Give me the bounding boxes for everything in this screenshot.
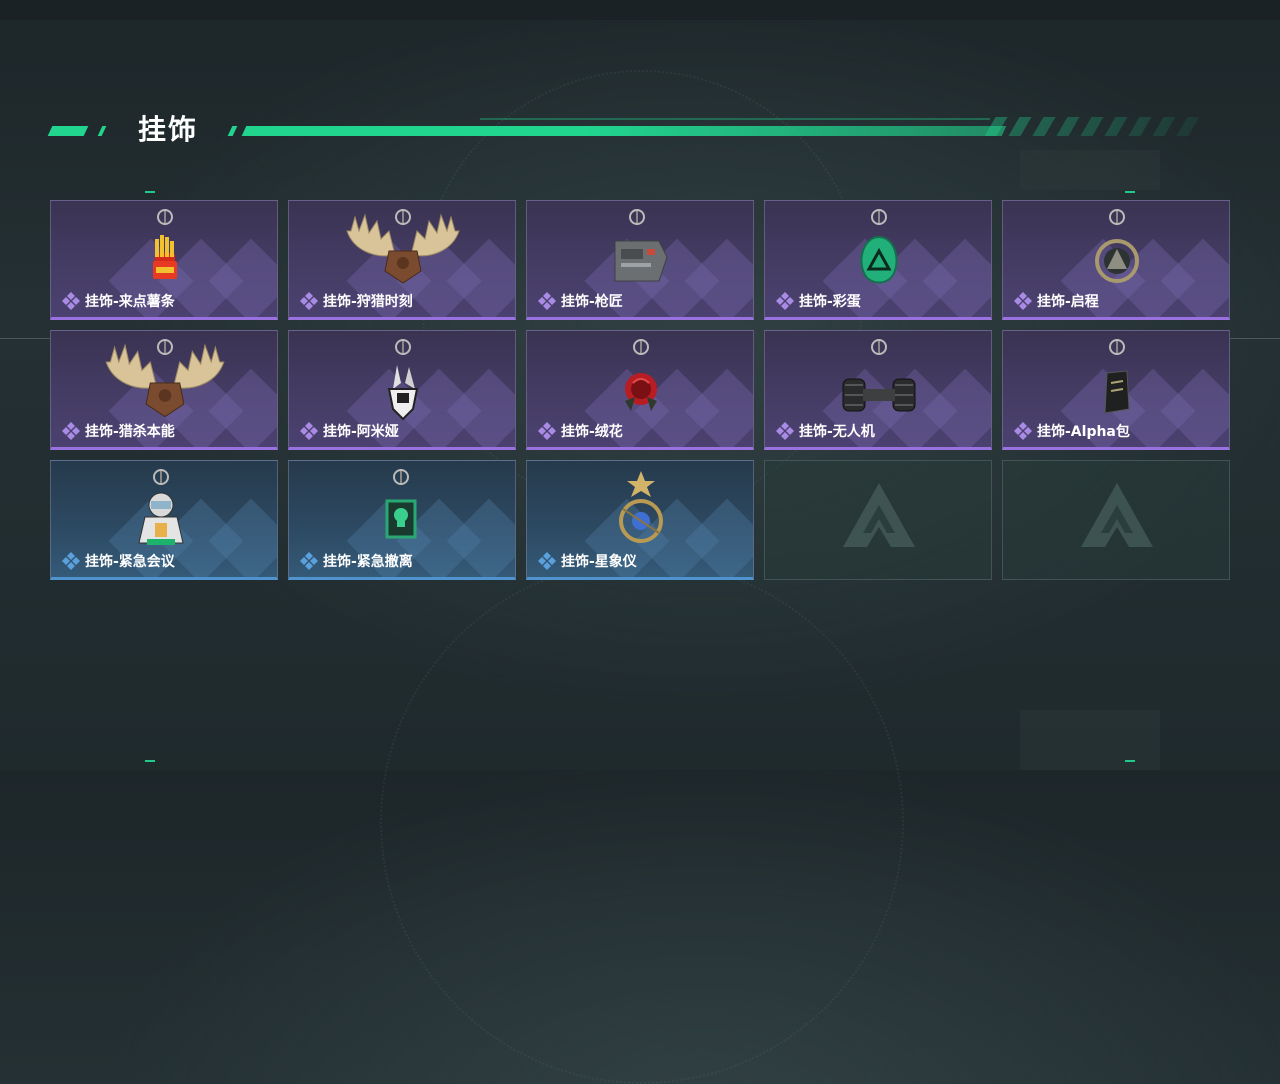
charm-name: 挂饰-绒花 <box>561 424 623 440</box>
compass-charm-icon <box>1095 209 1139 283</box>
empty-slot-logo-icon <box>843 483 915 547</box>
background-ring <box>380 560 904 1084</box>
charm-name: 挂饰-枪匠 <box>561 294 623 310</box>
rarity-diamond-icon <box>775 421 795 441</box>
charm-label-row: 挂饰-Alpha包 <box>1013 421 1130 441</box>
rarity-diamond-icon <box>537 291 557 311</box>
charm-name: 挂饰-星象仪 <box>561 554 637 570</box>
section-title: 挂饰 <box>138 113 199 146</box>
charm-label-row: 挂饰-紧急会议 <box>61 551 175 571</box>
charm-label-row: 挂饰-星象仪 <box>537 551 637 571</box>
charm-label-row: 挂饰-猎杀本能 <box>61 421 175 441</box>
rarity-diamond-icon <box>537 421 557 441</box>
empty-charm-slot[interactable] <box>764 460 992 580</box>
header-accent-bar <box>97 126 107 136</box>
corner-tick <box>1125 760 1135 762</box>
charm-name: 挂饰-启程 <box>1037 294 1099 310</box>
charm-card[interactable]: 挂饰-狩猎时刻 <box>288 200 516 320</box>
charm-label-row: 挂饰-来点薯条 <box>61 291 175 311</box>
background-shape <box>1020 150 1160 190</box>
side-divider-right <box>1230 338 1280 339</box>
charm-card[interactable]: 挂饰-绒花 <box>526 330 754 450</box>
charm-name: 挂饰-狩猎时刻 <box>323 294 413 310</box>
charm-label-row: 挂饰-狩猎时刻 <box>299 291 413 311</box>
rose-charm-icon <box>625 339 657 411</box>
charm-label-row: 挂饰-绒花 <box>537 421 623 441</box>
charm-card[interactable]: 挂饰-Alpha包 <box>1002 330 1230 450</box>
rarity-diamond-icon <box>775 291 795 311</box>
rarity-diamond-icon <box>537 551 557 571</box>
header-accent-bar <box>227 126 238 136</box>
rarity-diamond-icon <box>299 291 319 311</box>
charm-card[interactable]: 挂饰-紧急撤离 <box>288 460 516 580</box>
charm-label-row: 挂饰-紧急撤离 <box>299 551 413 571</box>
rarity-diamond-icon <box>299 421 319 441</box>
charm-name: 挂饰-紧急撤离 <box>323 554 413 570</box>
header-checker-pattern <box>984 117 1206 136</box>
header-progress-line <box>241 126 1007 136</box>
rarity-diamond-icon <box>1013 291 1033 311</box>
rarity-diamond-icon <box>61 421 81 441</box>
charm-label-row: 挂饰-彩蛋 <box>775 291 861 311</box>
alpha-pack-charm-icon <box>1104 339 1130 414</box>
charm-name: 挂饰-无人机 <box>799 424 875 440</box>
gunsmith-charm-icon <box>614 209 668 282</box>
header-accent-bar <box>47 126 89 136</box>
corner-tick <box>1125 191 1135 193</box>
charm-name: 挂饰-阿米娅 <box>323 424 399 440</box>
corner-tick <box>145 191 155 193</box>
moose-antler-charm-icon <box>346 209 460 284</box>
easter-egg-charm-icon <box>860 209 898 284</box>
rarity-diamond-icon <box>61 551 81 571</box>
top-bar <box>0 0 1280 20</box>
drone-charm-icon <box>842 339 916 412</box>
rarity-diamond-icon <box>61 291 81 311</box>
charm-label-row: 挂饰-无人机 <box>775 421 875 441</box>
charm-label-row: 挂饰-枪匠 <box>537 291 623 311</box>
charm-card[interactable]: 挂饰-来点薯条 <box>50 200 278 320</box>
charm-card[interactable]: 挂饰-无人机 <box>764 330 992 450</box>
charm-card[interactable]: 挂饰-启程 <box>1002 200 1230 320</box>
charm-grid: 挂饰-来点薯条 挂饰-狩猎时刻 挂饰-枪匠 挂饰-彩蛋 挂饰-启程 挂饰-猎杀本… <box>50 200 1230 580</box>
charm-card[interactable]: 挂饰-紧急会议 <box>50 460 278 580</box>
side-divider-left <box>0 338 50 339</box>
astronaut-charm-icon <box>138 469 184 545</box>
charm-name: 挂饰-猎杀本能 <box>85 424 175 440</box>
rarity-diamond-icon <box>1013 421 1033 441</box>
rabbit-charm-icon <box>387 339 419 421</box>
charm-name: 挂饰-彩蛋 <box>799 294 861 310</box>
charm-card[interactable]: 挂饰-阿米娅 <box>288 330 516 450</box>
astrolabe-charm-icon <box>619 471 663 543</box>
skull-box-charm-icon <box>385 469 417 539</box>
charm-name: 挂饰-紧急会议 <box>85 554 175 570</box>
charm-card[interactable]: 挂饰-猎杀本能 <box>50 330 278 450</box>
background-shape <box>1020 710 1160 770</box>
charm-name: 挂饰-Alpha包 <box>1037 424 1130 440</box>
charm-label-row: 挂饰-阿米娅 <box>299 421 399 441</box>
rarity-diamond-icon <box>299 551 319 571</box>
charm-name: 挂饰-来点薯条 <box>85 294 175 310</box>
charm-card[interactable]: 挂饰-星象仪 <box>526 460 754 580</box>
empty-slot-logo-icon <box>1081 483 1153 547</box>
header-thin-line <box>480 118 990 120</box>
moose-trophy-charm-icon <box>105 339 225 418</box>
charm-card[interactable]: 挂饰-彩蛋 <box>764 200 992 320</box>
charm-card[interactable]: 挂饰-枪匠 <box>526 200 754 320</box>
empty-charm-slot[interactable] <box>1002 460 1230 580</box>
corner-tick <box>145 760 155 762</box>
charm-label-row: 挂饰-启程 <box>1013 291 1099 311</box>
fries-charm-icon <box>153 209 177 279</box>
